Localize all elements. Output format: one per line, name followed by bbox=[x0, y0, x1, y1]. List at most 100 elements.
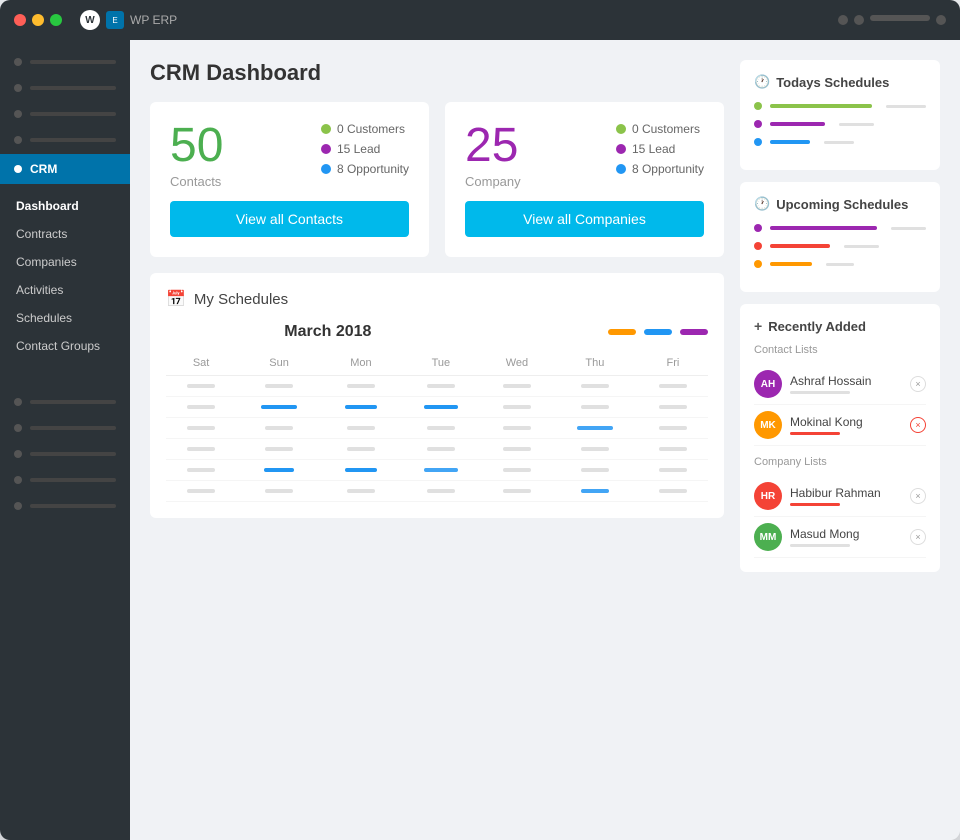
cal-cell bbox=[322, 460, 400, 481]
dot-blue bbox=[616, 164, 626, 174]
list-item: AH Ashraf Hossain × bbox=[754, 364, 926, 405]
sidebar-line bbox=[30, 86, 116, 90]
control-dot1 bbox=[838, 15, 848, 25]
cal-cell bbox=[400, 439, 482, 460]
sidebar-dot bbox=[14, 450, 22, 458]
clock-icon: 🕐 bbox=[754, 74, 770, 90]
dot-purple bbox=[321, 144, 331, 154]
sidebar-item-contracts[interactable]: Contracts bbox=[0, 220, 130, 248]
table-row bbox=[166, 397, 708, 418]
cal-cell bbox=[236, 418, 322, 439]
sidebar-placeholder-4 bbox=[0, 128, 130, 152]
list-item: HR Habibur Rahman × bbox=[754, 476, 926, 517]
cal-cell bbox=[322, 376, 400, 397]
contact-name: Habibur Rahman bbox=[790, 486, 902, 500]
sidebar-dot bbox=[14, 84, 22, 92]
contact-bar bbox=[790, 503, 840, 506]
stats-row: 50 Contacts 0 Customers 15 Le bbox=[150, 102, 724, 257]
dot-green bbox=[616, 124, 626, 134]
upcoming-title: 🕐 Upcoming Schedules bbox=[754, 196, 926, 212]
table-row bbox=[166, 439, 708, 460]
cal-header-sat: Sat bbox=[166, 351, 236, 376]
control-dot2 bbox=[854, 15, 864, 25]
cal-header-mon: Mon bbox=[322, 351, 400, 376]
month-header-row: March 2018 bbox=[166, 323, 708, 341]
cal-cell bbox=[236, 397, 322, 418]
contact-info: Mokinal Kong bbox=[790, 415, 902, 435]
schedule-item bbox=[754, 260, 926, 268]
cal-header-thu: Thu bbox=[552, 351, 638, 376]
sidebar-placeholder-6 bbox=[0, 416, 130, 440]
cal-cell bbox=[322, 397, 400, 418]
sidebar-line bbox=[30, 112, 116, 116]
wp-icon: W bbox=[80, 10, 100, 30]
detail-customers: 0 Customers bbox=[616, 122, 704, 136]
companies-label: Company bbox=[465, 174, 521, 189]
view-all-companies-button[interactable]: View all Companies bbox=[465, 201, 704, 237]
sidebar-item-crm[interactable]: CRM bbox=[0, 154, 130, 184]
table-row bbox=[166, 418, 708, 439]
sched-dot-orange bbox=[754, 260, 762, 268]
detail-label: 8 Opportunity bbox=[337, 162, 409, 176]
crm-label: CRM bbox=[30, 162, 57, 176]
sidebar-item-companies[interactable]: Companies bbox=[0, 248, 130, 276]
list-item: MK Mokinal Kong × bbox=[754, 405, 926, 446]
sidebar-item-activities[interactable]: Activities bbox=[0, 276, 130, 304]
erp-icon: E bbox=[106, 11, 124, 29]
sidebar-line bbox=[30, 138, 116, 142]
sidebar-line bbox=[30, 60, 116, 64]
contact-name: Masud Mong bbox=[790, 527, 902, 541]
sidebar-dot bbox=[14, 424, 22, 432]
table-row bbox=[166, 481, 708, 502]
companies-number: 25 bbox=[465, 122, 521, 170]
contact-lists-label: Contact Lists bbox=[754, 344, 926, 356]
todays-title: 🕐 Todays Schedules bbox=[754, 74, 926, 90]
contact-info: Habibur Rahman bbox=[790, 486, 902, 506]
contact-action-button[interactable]: × bbox=[910, 529, 926, 545]
todays-schedules-panel: 🕐 Todays Schedules bbox=[740, 60, 940, 170]
cal-cell bbox=[236, 460, 322, 481]
contact-action-button[interactable]: × bbox=[910, 488, 926, 504]
clock-icon2: 🕐 bbox=[754, 196, 770, 212]
sidebar-placeholder-5 bbox=[0, 390, 130, 414]
detail-lead: 15 Lead bbox=[616, 142, 704, 156]
sidebar-line bbox=[30, 452, 116, 456]
avatar: MK bbox=[754, 411, 782, 439]
contact-remove-button[interactable]: × bbox=[910, 417, 926, 433]
detail-label: 0 Customers bbox=[337, 122, 405, 136]
avatar: AH bbox=[754, 370, 782, 398]
close-button[interactable] bbox=[14, 14, 26, 26]
dot-blue bbox=[321, 164, 331, 174]
sched-dot-purple bbox=[754, 224, 762, 232]
cal-cell bbox=[482, 439, 552, 460]
sched-line bbox=[770, 140, 810, 144]
maximize-button[interactable] bbox=[50, 14, 62, 26]
cal-cell bbox=[322, 418, 400, 439]
cal-header-wed: Wed bbox=[482, 351, 552, 376]
minimize-button[interactable] bbox=[32, 14, 44, 26]
cal-cell bbox=[236, 439, 322, 460]
contact-name: Ashraf Hossain bbox=[790, 374, 902, 388]
cal-cell bbox=[638, 481, 708, 502]
detail-lead: 15 Lead bbox=[321, 142, 409, 156]
right-sidebar: 🕐 Todays Schedules bbox=[740, 60, 940, 820]
sidebar-item-contact-groups[interactable]: Contact Groups bbox=[0, 332, 130, 360]
cal-cell bbox=[638, 376, 708, 397]
cal-cell bbox=[400, 481, 482, 502]
contact-action-button[interactable]: × bbox=[910, 376, 926, 392]
detail-label: 0 Customers bbox=[632, 122, 700, 136]
schedule-item bbox=[754, 138, 926, 146]
sidebar-item-dashboard[interactable]: Dashboard bbox=[0, 192, 130, 220]
app-title: WP ERP bbox=[130, 13, 177, 27]
calendar-title: My Schedules bbox=[194, 291, 288, 308]
sched-dot-blue bbox=[754, 138, 762, 146]
sidebar: CRM Dashboard Contracts Companies Activi… bbox=[0, 40, 130, 840]
cal-cell bbox=[166, 397, 236, 418]
table-row bbox=[166, 376, 708, 397]
sidebar-line bbox=[30, 400, 116, 404]
cal-cell bbox=[166, 460, 236, 481]
view-all-contacts-button[interactable]: View all Contacts bbox=[170, 201, 409, 237]
sched-dot-green bbox=[754, 102, 762, 110]
sched-dot-purple bbox=[754, 120, 762, 128]
sidebar-item-schedules[interactable]: Schedules bbox=[0, 304, 130, 332]
